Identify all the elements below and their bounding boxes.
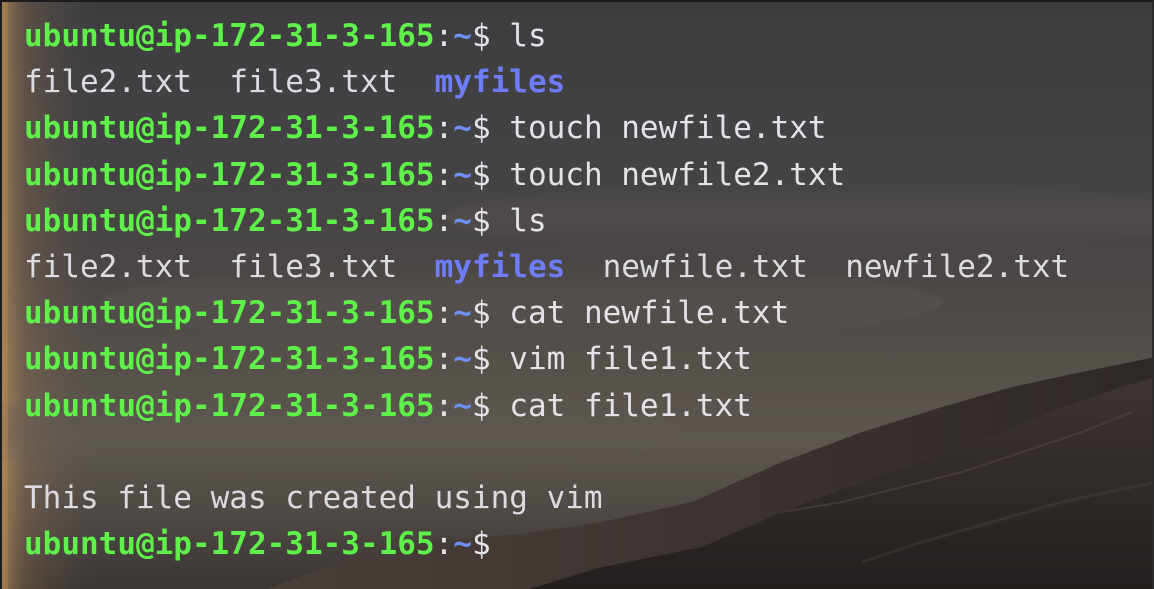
- file-entry: file3.txt: [229, 248, 398, 285]
- directory-entry: myfiles: [434, 64, 566, 101]
- prompt-colon: :: [434, 110, 454, 147]
- command-line: ubuntu@ip-172-31-3-165:~$ cat newfile.tx…: [24, 290, 1142, 336]
- prompt-path: ~: [453, 110, 472, 147]
- prompt-symbol: $: [471, 295, 491, 332]
- prompt-user-host: ubuntu@ip-172-31-3-165: [24, 341, 435, 378]
- prompt-user-host: ubuntu@ip-172-31-3-165: [24, 202, 435, 239]
- command-line: ubuntu@ip-172-31-3-165:~$: [24, 521, 1142, 567]
- prompt-colon: :: [434, 387, 454, 424]
- file-content-line: This file was created using vim: [24, 475, 1142, 521]
- prompt-symbol: $: [471, 387, 491, 424]
- prompt-path: ~: [453, 202, 472, 239]
- file-entry: newfile2.txt: [845, 248, 1070, 285]
- prompt-path: ~: [453, 156, 472, 193]
- prompt-user-host: ubuntu@ip-172-31-3-165: [24, 156, 435, 193]
- directory-entry: myfiles: [434, 248, 566, 285]
- prompt-path: ~: [453, 341, 472, 378]
- prompt-user-host: ubuntu@ip-172-31-3-165: [24, 387, 435, 424]
- prompt-colon: :: [434, 156, 454, 193]
- ls-output-line: file2.txt file3.txt myfiles: [24, 59, 1142, 105]
- prompt-colon: :: [434, 295, 454, 332]
- prompt-user-host: ubuntu@ip-172-31-3-165: [24, 526, 435, 563]
- prompt-colon: :: [434, 526, 454, 563]
- file-entry: newfile.txt: [602, 248, 808, 285]
- command-text: ls: [490, 18, 547, 54]
- prompt-colon: :: [434, 341, 454, 378]
- command-line: ubuntu@ip-172-31-3-165:~$ ls: [24, 198, 1142, 244]
- command-text: cat file1.txt: [490, 387, 752, 424]
- prompt-symbol: $: [471, 202, 491, 239]
- command-text: touch newfile.txt: [490, 110, 827, 147]
- prompt-colon: :: [434, 18, 454, 54]
- terminal-window[interactable]: ubuntu@ip-172-31-3-165:~$ ls file2.txt fi…: [0, 0, 1154, 589]
- prompt-symbol: $: [471, 526, 491, 563]
- prompt-colon: :: [434, 202, 454, 239]
- command-line: ubuntu@ip-172-31-3-165:~$ vim file1.txt: [24, 336, 1142, 382]
- terminal-output[interactable]: ubuntu@ip-172-31-3-165:~$ ls file2.txt fi…: [24, 13, 1142, 567]
- prompt-user-host: ubuntu@ip-172-31-3-165: [24, 110, 435, 147]
- output-text: This file was created using vim: [24, 479, 603, 516]
- prompt-symbol: $: [471, 18, 491, 54]
- file-entry: file2.txt: [24, 248, 192, 285]
- command-text: cat newfile.txt: [490, 295, 790, 332]
- prompt-path: ~: [453, 526, 472, 563]
- ls-output-line: file2.txt file3.txt myfiles newfile.txt …: [24, 244, 1142, 290]
- command-text: touch newfile2.txt: [490, 156, 846, 193]
- command-text: ls: [490, 202, 547, 239]
- prompt-user-host: ubuntu@ip-172-31-3-165: [24, 18, 435, 54]
- command-line: ubuntu@ip-172-31-3-165:~$ touch newfile2…: [24, 152, 1142, 198]
- prompt-path: ~: [453, 387, 472, 424]
- command-text: vim file1.txt: [490, 341, 752, 378]
- file-entry: file2.txt: [24, 64, 192, 101]
- prompt-path: ~: [453, 295, 472, 332]
- command-line: ubuntu@ip-172-31-3-165:~$ ls: [24, 13, 1142, 59]
- command-line: ubuntu@ip-172-31-3-165:~$ touch newfile.…: [24, 105, 1142, 151]
- prompt-symbol: $: [471, 110, 491, 147]
- file-entry: file3.txt: [229, 64, 398, 101]
- command-line: ubuntu@ip-172-31-3-165:~$ cat file1.txt: [24, 383, 1142, 429]
- prompt-symbol: $: [471, 156, 491, 193]
- prompt-user-host: ubuntu@ip-172-31-3-165: [24, 295, 435, 332]
- prompt-symbol: $: [471, 341, 491, 378]
- prompt-path: ~: [453, 18, 472, 54]
